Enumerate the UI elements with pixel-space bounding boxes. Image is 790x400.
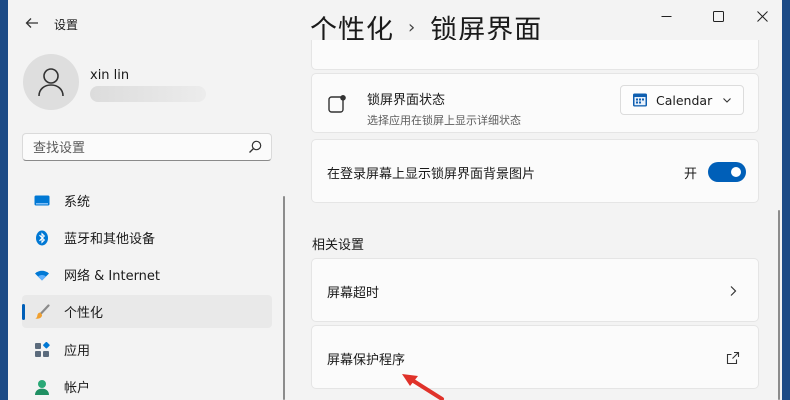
- related-settings-heading: 相关设置: [312, 238, 365, 253]
- lock-background-toggle[interactable]: [708, 162, 746, 182]
- chevron-right-icon: [730, 286, 737, 296]
- sidebar-item-apps[interactable]: 应用: [22, 333, 272, 366]
- content-scrollbar[interactable]: [778, 210, 780, 400]
- search-icon[interactable]: [247, 139, 263, 155]
- lock-status-title: 锁屏界面状态: [367, 93, 446, 108]
- sidebar-item-network[interactable]: 网络 & Internet: [22, 258, 272, 291]
- sidebar-item-label: 帐户: [64, 381, 91, 396]
- user-email-redacted: [90, 86, 206, 102]
- maximize-icon: [712, 10, 724, 22]
- chevron-down-icon: [723, 98, 731, 103]
- active-indicator: [22, 304, 25, 320]
- related-item-label: 屏幕保护程序: [327, 353, 406, 368]
- toggle-knob: [731, 167, 741, 177]
- sidebar-item-label: 蓝牙和其他设备: [64, 232, 156, 247]
- sidebar-item-personalization[interactable]: 个性化: [22, 295, 272, 328]
- close-button[interactable]: [739, 0, 782, 32]
- back-arrow-icon: [25, 18, 38, 28]
- search-input[interactable]: [31, 138, 235, 158]
- wifi-icon: [34, 267, 50, 283]
- minimize-icon: [661, 15, 671, 17]
- sidebar-item-label: 网络 & Internet: [64, 269, 161, 284]
- cropped-settings-card: [311, 40, 759, 70]
- lock-status-card: 锁屏界面状态 选择应用在锁屏上显示详细状态 Calendar: [311, 73, 759, 133]
- maximize-button[interactable]: [695, 0, 741, 32]
- related-item-screen-timeout[interactable]: 屏幕超时: [311, 258, 759, 322]
- related-item-screen-saver[interactable]: 屏幕保护程序: [311, 325, 759, 389]
- search-box[interactable]: [22, 133, 272, 161]
- sidebar-item-label: 应用: [64, 344, 91, 359]
- lock-status-icon: [328, 95, 346, 113]
- app-title: 设置: [54, 18, 79, 32]
- sidebar-item-label: 个性化: [64, 306, 104, 321]
- person-icon: [38, 68, 64, 97]
- sidebar-item-system[interactable]: 系统: [22, 184, 272, 217]
- minimize-button[interactable]: [643, 0, 689, 32]
- settings-window: 设置 个性化 › 锁屏界面 xin lin 查找设置 系统 蓝牙和其他设备 网络…: [8, 0, 782, 400]
- close-icon: [756, 10, 768, 22]
- toggle-state-label: 开: [684, 167, 698, 182]
- account-icon: [34, 379, 50, 395]
- sidebar-item-label: 系统: [64, 195, 91, 210]
- sidebar-scrollbar[interactable]: [283, 196, 285, 400]
- lock-background-label: 在登录屏幕上显示锁屏界面背景图片: [327, 167, 536, 182]
- user-name: xin lin: [90, 68, 130, 83]
- sidebar-item-bluetooth[interactable]: 蓝牙和其他设备: [22, 221, 272, 254]
- open-external-icon: [726, 351, 740, 365]
- lock-status-subtitle: 选择应用在锁屏上显示详细状态: [367, 114, 521, 127]
- related-item-label: 屏幕超时: [327, 286, 380, 301]
- lock-status-app-dropdown[interactable]: Calendar: [620, 85, 744, 115]
- avatar[interactable]: [23, 54, 79, 110]
- monitor-icon: [34, 193, 50, 209]
- apps-icon: [34, 341, 50, 358]
- breadcrumb-chevron-icon: ›: [408, 17, 417, 38]
- annotation-arrow-icon: [402, 374, 444, 400]
- back-button[interactable]: [20, 11, 44, 35]
- sidebar-item-accounts[interactable]: 帐户: [22, 370, 272, 400]
- calendar-app-icon: [633, 93, 647, 107]
- bluetooth-icon: [34, 230, 50, 246]
- lock-background-card: 在登录屏幕上显示锁屏界面背景图片 开: [311, 139, 759, 203]
- dropdown-selected-value: Calendar: [656, 92, 713, 108]
- brush-icon: [34, 303, 50, 320]
